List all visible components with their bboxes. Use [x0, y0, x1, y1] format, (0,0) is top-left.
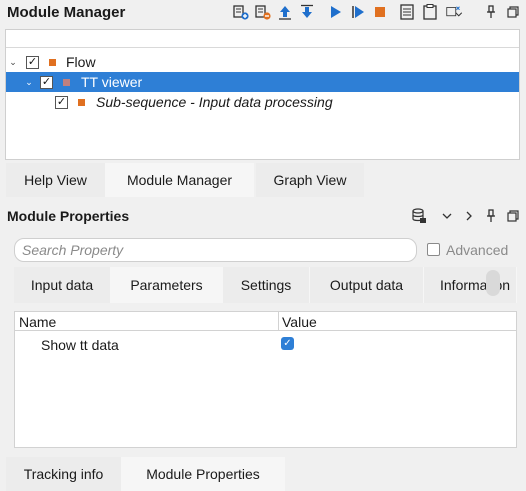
tab-parameters[interactable]: Parameters — [111, 267, 223, 303]
tab-information[interactable]: Information — [424, 267, 517, 303]
move-up-icon[interactable] — [276, 3, 294, 21]
restore-icon[interactable] — [504, 207, 522, 225]
tree-item-label: TT viewer — [81, 74, 143, 90]
tab-output-data[interactable]: Output data — [310, 267, 424, 303]
chevron-down-icon[interactable]: ⌄ — [24, 77, 34, 88]
tree-item-sub-sequence[interactable]: ✓ Sub-sequence - Input data processing — [6, 92, 519, 112]
run-icon[interactable] — [327, 3, 345, 21]
tab-graph-view[interactable]: Graph View — [256, 163, 364, 197]
sub-sequence-checkbox[interactable]: ✓ — [55, 95, 68, 109]
module-square-icon — [78, 98, 85, 106]
tree-item-label: Sub-sequence - Input data processing — [96, 94, 333, 110]
tab-module-properties[interactable]: Module Properties — [121, 457, 285, 491]
tab-label: Settings — [240, 277, 292, 293]
pin-icon[interactable] — [482, 3, 500, 21]
module-square-icon — [49, 58, 56, 66]
column-header-name[interactable]: Name — [19, 314, 56, 330]
tab-label: Tracking info — [23, 466, 104, 482]
property-name: Show tt data — [41, 337, 119, 353]
table-header: Name Value — [15, 312, 516, 331]
add-module-icon[interactable] — [232, 3, 250, 21]
column-header-value[interactable]: Value — [282, 314, 317, 330]
tab-help-view[interactable]: Help View — [6, 163, 105, 197]
tree-item-flow[interactable]: ⌄ ✓ Flow — [6, 52, 519, 72]
chevron-down-icon[interactable] — [438, 207, 456, 225]
tab-label: Output data — [329, 277, 404, 293]
tree-item-tt-viewer[interactable]: ⌄ ✓ TT viewer — [6, 72, 519, 92]
log-icon[interactable] — [398, 3, 416, 21]
tab-label: Module Manager — [126, 172, 233, 188]
advanced-label: Advanced — [446, 242, 509, 258]
tab-label: Module Properties — [146, 466, 260, 482]
advanced-checkbox[interactable] — [427, 243, 440, 256]
tab-label: Parameters — [130, 277, 203, 293]
module-manager-title: Module Manager — [7, 4, 126, 21]
database-settings-icon[interactable] — [410, 207, 428, 225]
move-down-icon[interactable] — [298, 3, 316, 21]
tab-label: Input data — [30, 277, 94, 293]
search-placeholder: Search Property — [22, 242, 124, 258]
restore-icon[interactable] — [504, 3, 522, 21]
menu-chevron-icon[interactable] — [446, 3, 464, 21]
module-properties-title: Module Properties — [7, 208, 130, 224]
tab-tracking-info[interactable]: Tracking info — [6, 457, 121, 491]
search-property-input[interactable]: Search Property — [14, 238, 417, 262]
remove-module-icon[interactable] — [254, 3, 272, 21]
column-separator[interactable] — [278, 312, 279, 331]
tabs-scroll-thumb[interactable] — [486, 270, 500, 296]
step-run-icon[interactable] — [349, 3, 367, 21]
flow-checkbox[interactable]: ✓ — [26, 55, 39, 69]
tt-viewer-checkbox[interactable]: ✓ — [40, 75, 53, 89]
property-tabs: Input data Parameters Settings Output da… — [14, 267, 517, 303]
tab-label: Help View — [24, 172, 87, 188]
tab-input-data[interactable]: Input data — [14, 267, 111, 303]
show-tt-data-checkbox[interactable]: ✓ — [281, 337, 294, 350]
clipboard-icon[interactable] — [421, 3, 439, 21]
tree-item-label: Flow — [66, 54, 96, 70]
tree-filter-bar[interactable] — [6, 30, 519, 48]
tab-label: Graph View — [273, 172, 347, 188]
module-square-icon — [63, 78, 70, 86]
module-tree-panel: ⌄ ✓ Flow ⌄ ✓ TT viewer ✓ Sub-sequence - … — [5, 29, 520, 160]
chevron-right-icon[interactable] — [460, 207, 478, 225]
tab-settings[interactable]: Settings — [223, 267, 310, 303]
pin-icon[interactable] — [482, 207, 500, 225]
top-panel-tabbar: Help View Module Manager Graph View — [0, 163, 526, 197]
tab-module-manager[interactable]: Module Manager — [105, 163, 254, 197]
stop-icon[interactable] — [371, 3, 389, 21]
property-table: Name Value Show tt data ✓ — [14, 311, 517, 448]
app-root: Module Manager ⌄ ✓ Flow ⌄ ✓ TT viewer ✓ … — [0, 0, 526, 491]
bottom-panel-tabbar: Tracking info Module Properties — [0, 457, 526, 491]
chevron-down-icon[interactable]: ⌄ — [8, 57, 18, 68]
module-manager-header: Module Manager — [0, 0, 526, 26]
